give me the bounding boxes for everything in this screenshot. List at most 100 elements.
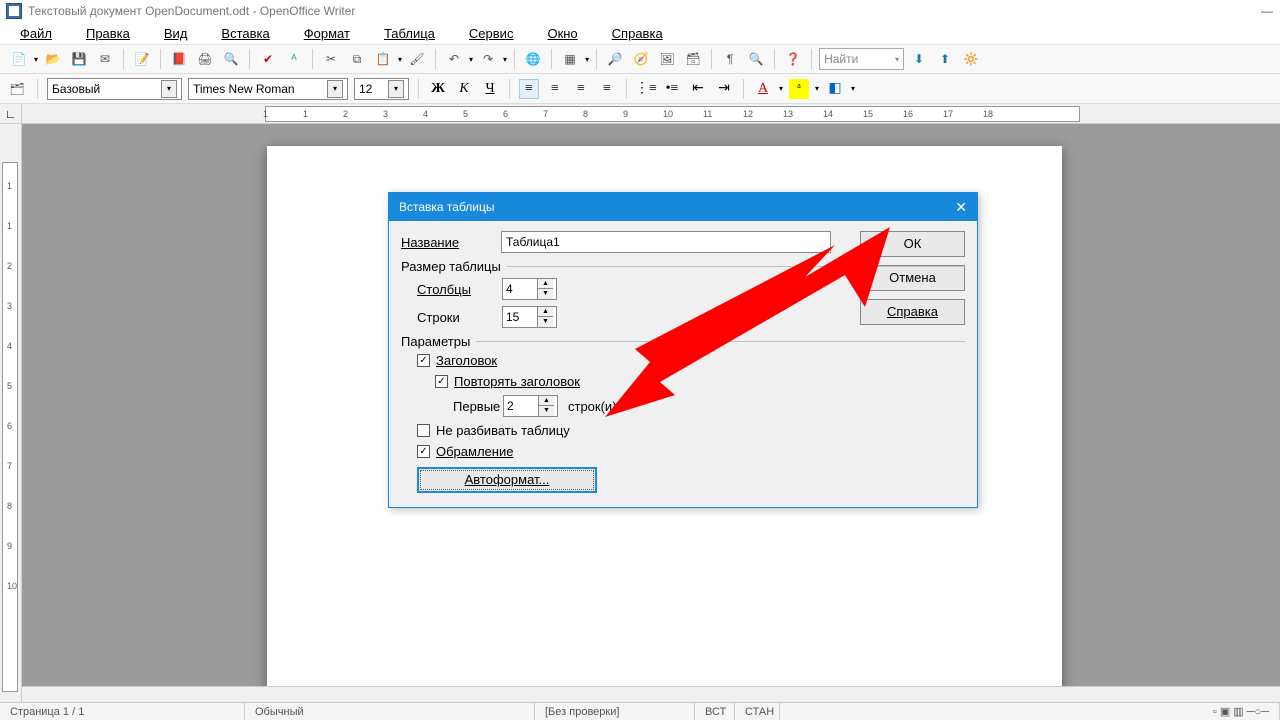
- title-bar: Текстовый документ OpenDocument.odt - Op…: [0, 0, 1280, 22]
- cols-label: Столбцы: [417, 282, 502, 297]
- find-next-icon[interactable]: ⬇: [908, 48, 930, 70]
- status-page: Страница 1 / 1: [0, 703, 245, 720]
- outdent-icon[interactable]: ⇤: [688, 79, 708, 99]
- find-icon[interactable]: 🔎: [604, 48, 626, 70]
- style-combo[interactable]: Базовый▾: [47, 78, 182, 100]
- status-stan[interactable]: СТАН: [735, 703, 780, 720]
- open-icon[interactable]: 📂: [42, 48, 64, 70]
- status-view-icons[interactable]: ▫ ▣ ▥ ─○─: [1203, 703, 1280, 720]
- italic-button[interactable]: К: [454, 79, 474, 99]
- table-icon[interactable]: ▦: [559, 48, 581, 70]
- dialog-titlebar[interactable]: Вставка таблицы ✕: [389, 193, 977, 221]
- navigator-icon[interactable]: 🧭: [630, 48, 652, 70]
- menu-window[interactable]: Окно: [531, 24, 593, 43]
- spellcheck-icon[interactable]: ✔: [257, 48, 279, 70]
- paste-icon[interactable]: 📋: [372, 48, 394, 70]
- indent-icon[interactable]: ⇥: [714, 79, 734, 99]
- print-icon[interactable]: 🖨: [194, 48, 216, 70]
- menu-insert[interactable]: Вставка: [205, 24, 285, 43]
- status-lang[interactable]: [Без проверки]: [535, 703, 695, 720]
- menu-format[interactable]: Формат: [288, 24, 366, 43]
- menu-help[interactable]: Справка: [596, 24, 679, 43]
- caret-icon[interactable]: ▾: [469, 55, 473, 64]
- dialog-title: Вставка таблицы: [399, 200, 495, 214]
- caret-icon[interactable]: ▾: [585, 55, 589, 64]
- caret-icon[interactable]: ▾: [503, 55, 507, 64]
- help-icon[interactable]: ❓: [782, 48, 804, 70]
- status-style[interactable]: Обычный: [245, 703, 535, 720]
- menu-view[interactable]: Вид: [148, 24, 204, 43]
- numbering-icon[interactable]: ⋮≡: [636, 79, 656, 99]
- header-label: Заголовок: [436, 353, 497, 368]
- header-checkbox[interactable]: ✓: [417, 354, 430, 367]
- format-paint-icon[interactable]: 🖌: [406, 48, 428, 70]
- border-label: Обрамление: [436, 444, 513, 459]
- zoom-icon[interactable]: 🔍: [745, 48, 767, 70]
- highlight-icon[interactable]: ᵃ: [789, 79, 809, 99]
- hyperlink-icon[interactable]: 🌐: [522, 48, 544, 70]
- scrollbar-horizontal[interactable]: [22, 686, 1280, 702]
- window-title: Текстовый документ OpenDocument.odt - Op…: [28, 4, 355, 18]
- datasource-icon[interactable]: 🗃: [682, 48, 704, 70]
- nonprint-icon[interactable]: ¶: [719, 48, 741, 70]
- name-label: Название: [401, 235, 501, 250]
- rows-input[interactable]: ▲▼: [502, 306, 557, 328]
- ruler-vertical[interactable]: 112345678910: [0, 124, 22, 702]
- nosplit-checkbox[interactable]: [417, 424, 430, 437]
- size-combo[interactable]: 12▾: [354, 78, 409, 100]
- size-group-label: Размер таблицы: [401, 259, 501, 274]
- menu-tools[interactable]: Сервис: [453, 24, 530, 43]
- align-right-icon[interactable]: ≡: [571, 79, 591, 99]
- pdf-icon[interactable]: 📕: [168, 48, 190, 70]
- autospell-icon[interactable]: ᴬ: [283, 48, 305, 70]
- menu-table[interactable]: Таблица: [368, 24, 451, 43]
- bullets-icon[interactable]: •≡: [662, 79, 682, 99]
- app-icon: [6, 3, 22, 19]
- email-icon[interactable]: ✉: [94, 48, 116, 70]
- edit-icon[interactable]: 📝: [131, 48, 153, 70]
- gallery-icon[interactable]: 🖼: [656, 48, 678, 70]
- caret-icon[interactable]: ▾: [398, 55, 402, 64]
- redo-icon[interactable]: ↷: [477, 48, 499, 70]
- find-all-icon[interactable]: 🔆: [960, 48, 982, 70]
- repeat-header-label: Повторять заголовок: [454, 374, 580, 389]
- first-label: Первые: [453, 399, 503, 414]
- first-unit: строк(и): [568, 399, 617, 414]
- align-left-icon[interactable]: ≡: [519, 79, 539, 99]
- align-center-icon[interactable]: ≡: [545, 79, 565, 99]
- bgcolor-icon[interactable]: ◧: [825, 79, 845, 99]
- preview-icon[interactable]: 🔍: [220, 48, 242, 70]
- search-input[interactable]: Найти▾: [819, 48, 904, 70]
- cols-input[interactable]: ▲▼: [502, 278, 557, 300]
- border-checkbox[interactable]: ✓: [417, 445, 430, 458]
- status-bar: Страница 1 / 1 Обычный [Без проверки] ВС…: [0, 702, 1280, 720]
- insert-table-dialog: Вставка таблицы ✕ ОК Отмена Справка Назв…: [388, 192, 978, 508]
- menu-file[interactable]: Файл: [4, 24, 68, 43]
- styles-icon[interactable]: 🗂: [6, 78, 28, 100]
- undo-icon[interactable]: ↶: [443, 48, 465, 70]
- find-prev-icon[interactable]: ⬆: [934, 48, 956, 70]
- copy-icon[interactable]: ⧉: [346, 48, 368, 70]
- bold-button[interactable]: Ж: [428, 79, 448, 99]
- new-icon[interactable]: 📄: [8, 48, 30, 70]
- align-justify-icon[interactable]: ≡: [597, 79, 617, 99]
- nosplit-label: Не разбивать таблицу: [436, 423, 570, 438]
- repeat-header-checkbox[interactable]: ✓: [435, 375, 448, 388]
- status-ins[interactable]: ВСТ: [695, 703, 735, 720]
- font-combo[interactable]: Times New Roman▾: [188, 78, 348, 100]
- menu-edit[interactable]: Правка: [70, 24, 146, 43]
- minimize-button[interactable]: —: [1260, 4, 1274, 18]
- ruler-horizontal[interactable]: ∟ 1123456789101112131415161718: [0, 104, 1280, 124]
- caret-icon[interactable]: ▾: [34, 55, 38, 64]
- help-button[interactable]: Справка: [860, 299, 965, 325]
- save-icon[interactable]: 💾: [68, 48, 90, 70]
- cut-icon[interactable]: ✂: [320, 48, 342, 70]
- name-input[interactable]: [501, 231, 831, 253]
- close-icon[interactable]: ✕: [955, 199, 967, 216]
- autoformat-button[interactable]: Автоформат...: [417, 467, 597, 493]
- ok-button[interactable]: ОК: [860, 231, 965, 257]
- underline-button[interactable]: Ч: [480, 79, 500, 99]
- main-toolbar: 📄 ▾ 📂 💾 ✉ 📝 📕 🖨 🔍 ✔ ᴬ ✂ ⧉ 📋 ▾ 🖌 ↶ ▾ ↷ ▾ 🌐 ▦ ▾…: [0, 44, 1280, 74]
- font-color-icon[interactable]: A: [753, 79, 773, 99]
- first-input[interactable]: ▲▼: [503, 395, 558, 417]
